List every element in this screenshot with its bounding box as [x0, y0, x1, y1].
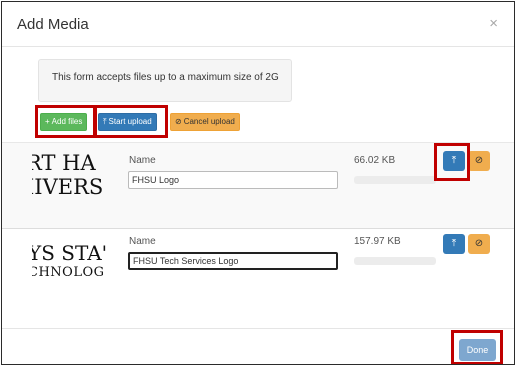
upload-progress-bar — [354, 257, 436, 265]
file-thumbnail: RT HA IIVERS — [32, 151, 110, 213]
file-row: YS STA' CHNOLOG Name 157.97 KB ⤒ ⊘ — [2, 228, 514, 307]
upload-icon: ⤒ — [451, 155, 457, 166]
name-label: Name — [129, 155, 156, 166]
done-button[interactable]: Done — [459, 339, 496, 361]
modal-footer — [2, 328, 514, 364]
thumbnail-text: YS STA' — [32, 241, 108, 265]
file-name-input[interactable] — [128, 252, 338, 270]
thumbnail-text: CHNOLOG — [32, 265, 105, 280]
file-size: 157.97 KB — [354, 236, 401, 247]
plus-icon: + — [45, 117, 50, 126]
name-label: Name — [129, 236, 156, 247]
modal-header: Add Media × — [2, 2, 514, 47]
info-text: This form accepts files up to a maximum … — [52, 72, 279, 83]
cancel-file-button[interactable]: ⊘ — [468, 151, 490, 171]
ban-icon: ⊘ — [474, 238, 484, 249]
upload-icon: ⤒ — [103, 117, 107, 126]
start-upload-button[interactable]: ⤒ Start upload — [98, 113, 157, 131]
file-row: RT HA IIVERS Name 66.02 KB ⤒ ⊘ — [2, 142, 514, 229]
close-icon[interactable]: × — [489, 15, 498, 32]
thumbnail-text: RT HA — [32, 151, 96, 175]
add-files-label: Add files — [51, 117, 83, 126]
start-upload-file-button[interactable]: ⤒ — [443, 151, 465, 171]
file-thumbnail: YS STA' CHNOLOG — [32, 241, 110, 293]
thumbnail-text: IIVERS — [32, 175, 104, 199]
modal-title: Add Media — [17, 16, 89, 33]
upload-progress-bar — [354, 176, 436, 184]
add-files-button[interactable]: + Add files — [40, 113, 88, 131]
start-upload-label: Start upload — [108, 117, 152, 126]
cancel-upload-button[interactable]: ⊘ Cancel upload — [170, 113, 240, 131]
file-name-input[interactable] — [128, 171, 338, 189]
cancel-file-button[interactable]: ⊘ — [468, 234, 490, 254]
ban-icon: ⊘ — [474, 155, 484, 166]
add-media-modal: Add Media × This form accepts files up t… — [1, 1, 515, 365]
upload-icon: ⤒ — [451, 238, 457, 249]
info-message: This form accepts files up to a maximum … — [38, 59, 292, 102]
start-upload-file-button[interactable]: ⤒ — [443, 234, 465, 254]
file-size: 66.02 KB — [354, 155, 396, 166]
cancel-upload-label: Cancel upload — [183, 117, 235, 126]
ban-icon: ⊘ — [175, 117, 182, 126]
